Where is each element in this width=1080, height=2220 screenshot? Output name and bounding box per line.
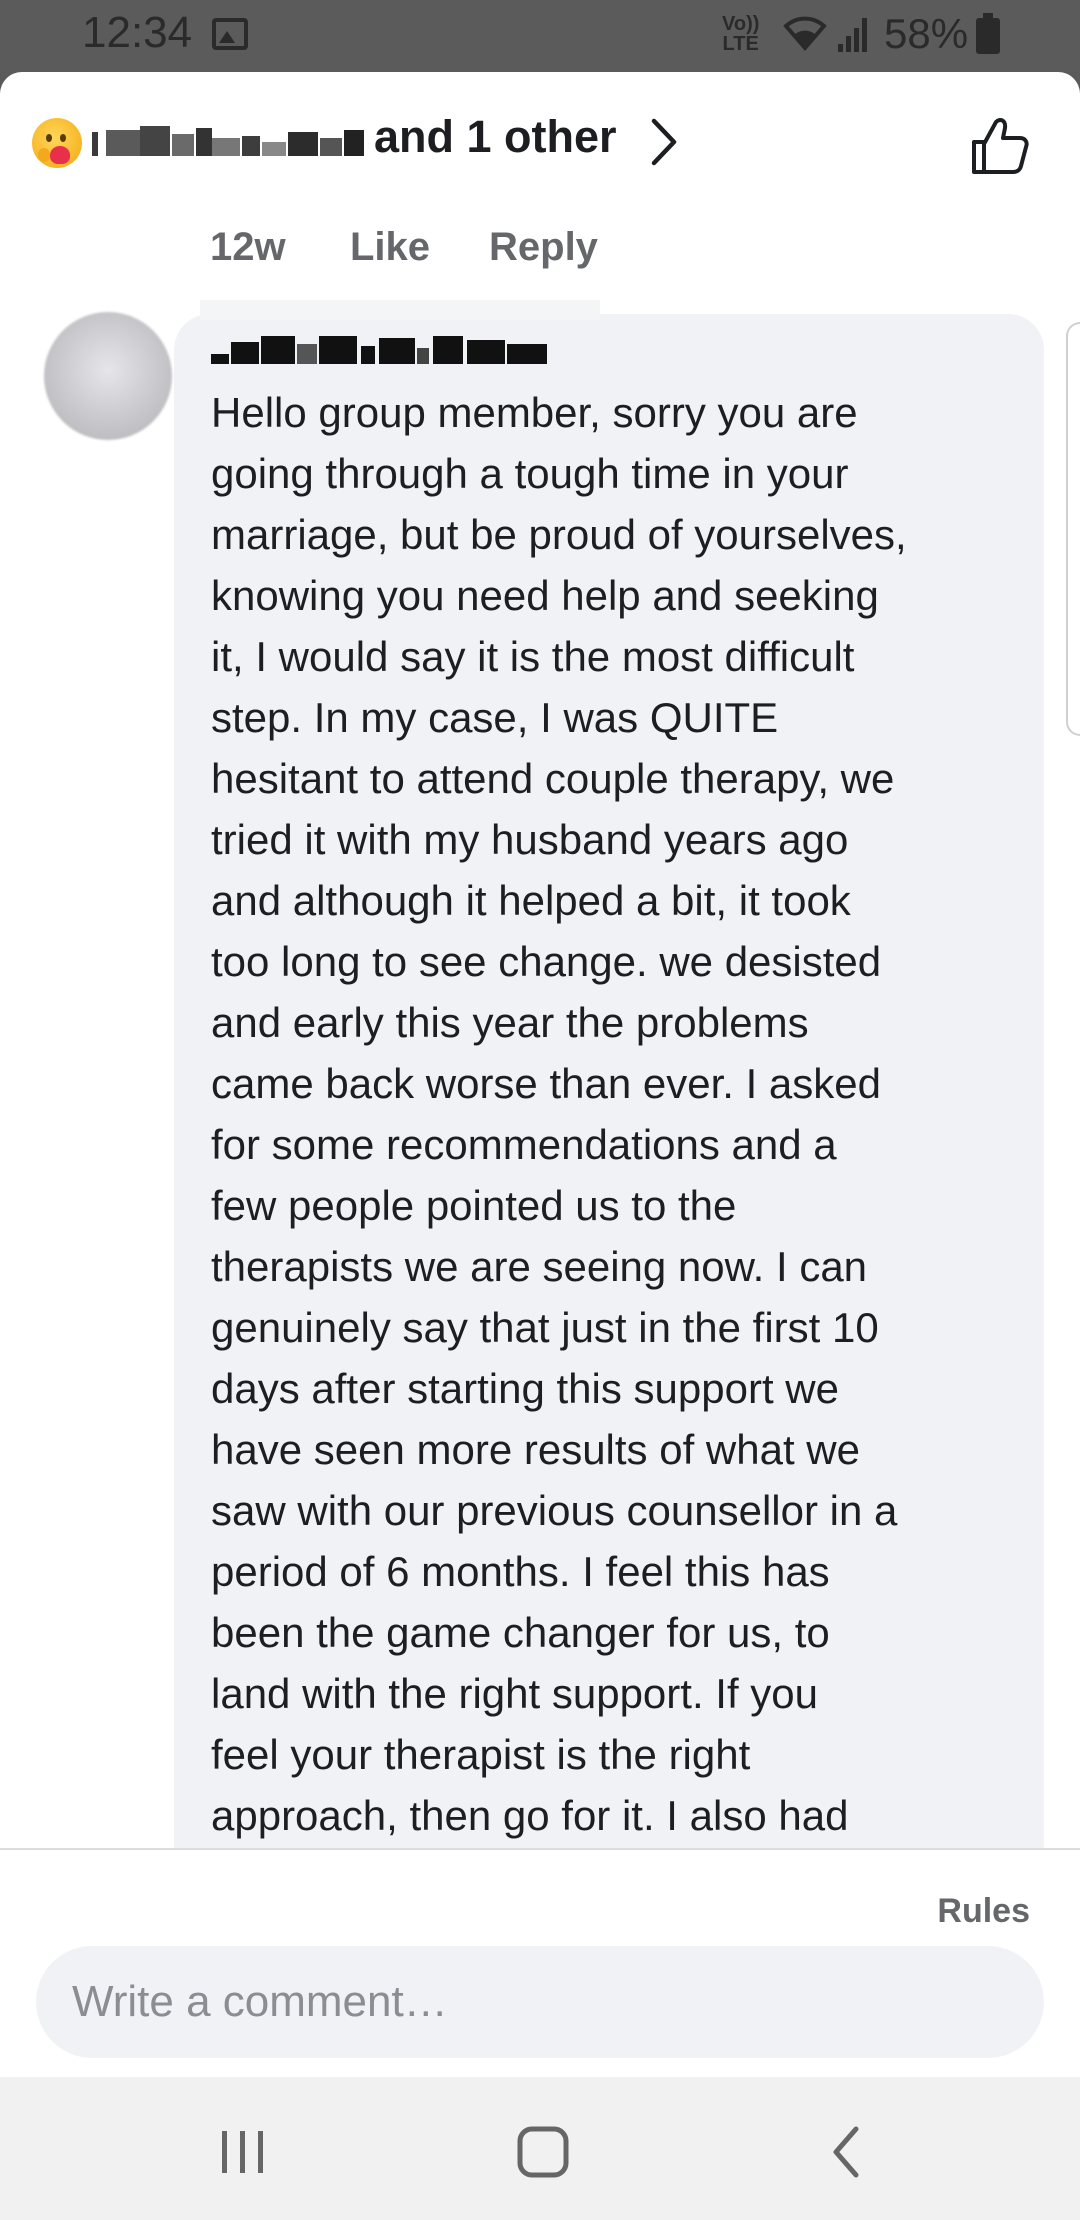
comment-actions: 12w Like Reply	[0, 217, 1080, 277]
battery-percent: 58%	[884, 10, 969, 57]
lte-label: LTE	[722, 33, 759, 55]
commenter-avatar[interactable]	[44, 312, 172, 440]
comment-composer: Rules	[0, 1848, 1080, 2077]
care-reaction-icon	[32, 118, 82, 168]
adjacent-card-edge	[1066, 322, 1080, 736]
thumbs-up-icon[interactable]	[968, 114, 1032, 178]
rules-link[interactable]: Rules	[937, 1892, 1030, 1931]
reply-link[interactable]: Reply	[489, 217, 598, 277]
write-comment-input[interactable]	[36, 1946, 1044, 2058]
volte-indicator: Vo)) LTE	[722, 14, 759, 54]
chevron-right-icon[interactable]	[646, 117, 682, 167]
comment-body: Hello group member, sorry you are going …	[211, 389, 907, 1839]
like-link[interactable]: Like	[350, 217, 430, 277]
back-icon[interactable]	[812, 2117, 882, 2187]
image-notification-icon	[212, 18, 248, 50]
comment-sheet: and 1 other 12w Like Reply Hello group m…	[0, 72, 1080, 2077]
home-icon[interactable]	[508, 2117, 578, 2187]
comment-age: 12w	[210, 225, 286, 269]
reactor-name-redacted	[92, 118, 370, 168]
reaction-count-text[interactable]: and 1 other	[374, 112, 617, 162]
status-time: 12:34	[82, 8, 193, 57]
status-bar: 12:34 Vo)) LTE 58%	[0, 0, 1080, 72]
commenter-name-redacted[interactable]	[211, 334, 547, 368]
volte-label: Vo))	[722, 13, 760, 35]
signal-icon	[838, 18, 867, 52]
wifi-icon	[783, 16, 827, 52]
recent-apps-icon[interactable]	[208, 2117, 278, 2187]
battery-icon	[976, 13, 1000, 54]
redaction-strip	[200, 300, 600, 320]
system-navigation-bar	[0, 2077, 1080, 2220]
